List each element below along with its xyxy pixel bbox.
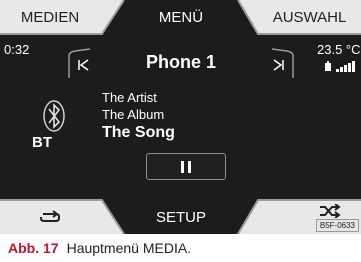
- figure-label: Abb. 17: [8, 240, 59, 256]
- source-title: Phone 1: [145, 52, 216, 72]
- signal-strength-icon: [336, 61, 355, 72]
- pause-icon: [181, 160, 191, 173]
- song-title: The Song: [102, 124, 175, 141]
- next-track-button[interactable]: [268, 54, 290, 76]
- artist-name: The Artist: [102, 90, 157, 105]
- shuffle-icon: [320, 204, 341, 218]
- tab-auswahl-label: AUSWAHL: [272, 8, 347, 26]
- time-display: 0:32: [4, 42, 30, 57]
- album-name: The Album: [102, 107, 165, 122]
- previous-track-button[interactable]: [72, 54, 94, 76]
- pause-button[interactable]: [146, 153, 226, 180]
- top-menu-bar: MEDIEN MENÜ AUSWAHL: [0, 0, 361, 44]
- media-screen: MEDIEN MENÜ AUSWAHL 0:32 23.5 °C Phone 1: [0, 0, 361, 234]
- tab-medien[interactable]: MEDIEN: [0, 0, 100, 34]
- tab-menu[interactable]: MENÜ: [124, 0, 238, 34]
- tab-medien-label: MEDIEN: [20, 8, 80, 26]
- repeat-icon: [40, 210, 60, 222]
- bluetooth-icon: [43, 100, 65, 132]
- tab-auswahl[interactable]: AUSWAHL: [258, 0, 361, 34]
- temperature-display: 23.5 °C: [317, 42, 361, 57]
- tab-menu-label: MENÜ: [158, 8, 204, 26]
- skip-next-icon: [273, 59, 284, 71]
- phone-battery-icon: [325, 61, 331, 71]
- repeat-button[interactable]: [0, 200, 100, 234]
- figure-caption: Abb. 17 Hauptmenü MEDIA.: [8, 240, 191, 256]
- bottom-menu-bar: SETUP B5F-0633: [0, 190, 361, 234]
- setup-button-label: SETUP: [155, 208, 206, 226]
- skip-previous-icon: [78, 59, 89, 71]
- bluetooth-label: BT: [32, 134, 52, 151]
- setup-button[interactable]: SETUP: [124, 200, 238, 234]
- figure-text: Hauptmenü MEDIA.: [66, 240, 192, 256]
- image-code: B5F-0633: [315, 219, 359, 232]
